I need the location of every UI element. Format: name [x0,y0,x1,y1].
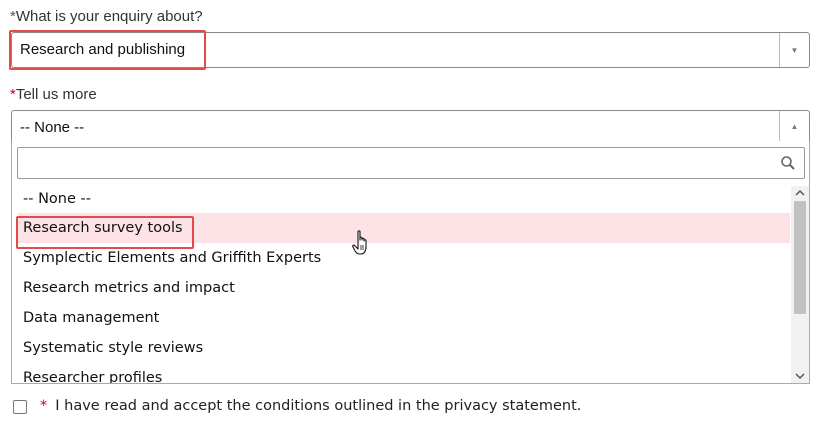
chevron-up-icon[interactable]: ▲ [779,111,809,142]
option-research-metrics[interactable]: Research metrics and impact [12,273,792,303]
annotation-highlight-enquiry [9,30,206,70]
option-data-management[interactable]: Data management [12,303,792,333]
tell-more-select-value: -- None -- [20,119,85,136]
scroll-up-arrow-icon[interactable] [791,186,809,200]
enquiry-label: What is your enquiry about? [15,8,203,25]
dropdown-search-input[interactable] [17,147,805,179]
scrollbar-thumb[interactable] [794,201,806,314]
option-systematic-reviews[interactable]: Systematic style reviews [12,333,792,363]
search-icon [781,156,795,170]
privacy-checkbox[interactable] [13,400,27,414]
dropdown-scrollbar[interactable] [791,186,809,383]
chevron-down-icon[interactable]: ▼ [779,33,809,67]
tell-more-label: Tell us more [15,86,97,103]
tell-more-select[interactable]: -- None -- ▲ [11,110,810,143]
annotation-highlight-option [16,216,194,249]
tell-more-dropdown: -- None -- Research survey tools Symplec… [11,141,810,384]
privacy-label-row: * I have read and accept the conditions o… [40,398,581,414]
enquiry-label-row: *What is your enquiry about? [10,8,203,25]
required-mark: * [40,398,48,414]
tell-more-label-row: *Tell us more [10,86,97,103]
option-none[interactable]: -- None -- [12,186,792,213]
scroll-down-arrow-icon[interactable] [791,369,809,383]
privacy-label: I have read and accept the conditions ou… [55,398,582,414]
hand-pointer-icon [352,230,367,255]
option-researcher-profiles[interactable]: Researcher profiles [12,363,792,383]
